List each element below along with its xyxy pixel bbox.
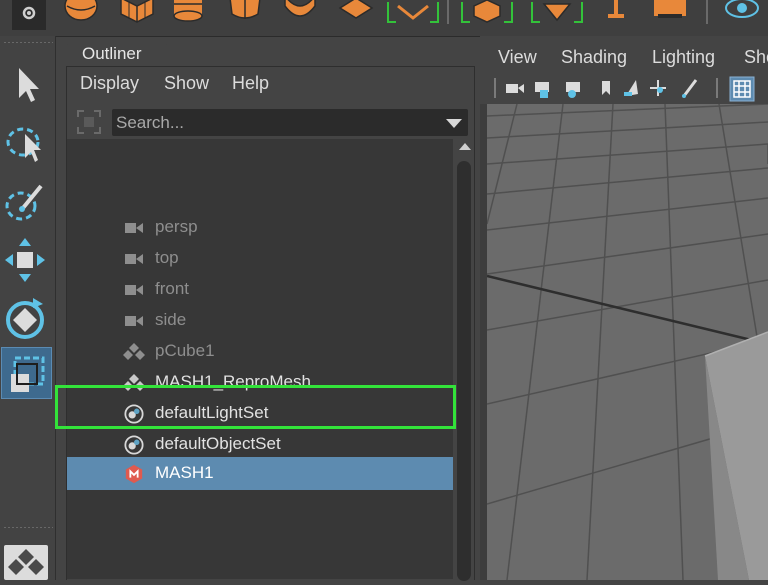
quad-layout-button[interactable] xyxy=(4,545,48,580)
viewport-panel: View Shading Lighting Sho xyxy=(480,36,768,580)
tree-item-persp[interactable]: persp xyxy=(67,212,453,243)
outliner-tree: persp top front side pCube1 MASH1_ReproM… xyxy=(67,139,453,579)
tree-item-label: top xyxy=(155,248,179,267)
outliner-scrollbar[interactable] xyxy=(454,139,474,581)
mesh-icon xyxy=(123,343,145,360)
tree-item-side[interactable]: side xyxy=(67,305,453,336)
grease-pencil-icon[interactable] xyxy=(682,79,698,98)
camera-icon xyxy=(125,223,143,233)
text-tool-icon[interactable] xyxy=(604,0,638,22)
poly-cone-icon[interactable] xyxy=(228,0,262,22)
rotate-tool[interactable] xyxy=(0,292,54,344)
rotate-icon xyxy=(6,298,44,339)
tree-item-label: pCube1 xyxy=(155,341,215,360)
viewport-grid xyxy=(487,104,768,580)
brush-icon xyxy=(5,184,43,221)
tab-outliner-label: Outliner xyxy=(82,44,142,63)
tree-item-mash1[interactable]: MASH1 xyxy=(67,457,453,490)
menu-show[interactable]: Sho xyxy=(744,47,768,68)
tree-item-label: persp xyxy=(155,217,198,236)
menu-view[interactable]: View xyxy=(498,47,537,68)
menu-lighting[interactable]: Lighting xyxy=(652,47,715,68)
tab-outliner[interactable]: Outliner xyxy=(67,42,167,66)
filter-icon[interactable] xyxy=(76,109,102,135)
select-tool[interactable] xyxy=(0,58,54,110)
outliner-panel: Display Show Help persp top front side xyxy=(66,66,475,581)
tree-item-defaultobjectset[interactable]: defaultObjectSet xyxy=(67,429,453,460)
tree-item-label: MASH1 xyxy=(155,463,214,482)
scroll-up-icon[interactable] xyxy=(459,143,471,150)
gear-icon xyxy=(22,6,36,20)
menu-display[interactable]: Display xyxy=(80,73,139,94)
bookmark-icon[interactable] xyxy=(602,81,610,95)
3d-viewport[interactable] xyxy=(487,104,768,580)
poly-sphere-icon[interactable] xyxy=(64,0,98,22)
render-icon[interactable] xyxy=(722,0,759,22)
menu-show[interactable]: Show xyxy=(164,73,209,94)
search-field xyxy=(112,109,468,136)
layout-icon xyxy=(8,549,44,575)
poly-platonic-icon[interactable] xyxy=(460,0,513,23)
extrude-icon[interactable] xyxy=(530,0,583,23)
move-icon xyxy=(5,238,45,282)
search-input[interactable] xyxy=(116,109,436,136)
camera-icon xyxy=(125,254,143,264)
shelf-separator xyxy=(706,0,708,24)
tree-item-label: defaultObjectSet xyxy=(155,434,281,453)
camera-attr-icon[interactable] xyxy=(566,82,580,98)
menu-help[interactable]: Help xyxy=(232,73,269,94)
viewport-toolbar xyxy=(480,76,768,104)
grid-icon[interactable] xyxy=(729,76,755,102)
scroll-track[interactable] xyxy=(457,161,471,581)
poly-cube-icon[interactable] xyxy=(119,0,154,23)
select-camera-icon[interactable] xyxy=(506,84,524,93)
image-plane-icon[interactable] xyxy=(624,80,638,96)
paint-select-tool[interactable] xyxy=(0,176,54,228)
poly-plane-icon[interactable] xyxy=(338,0,374,22)
camera-icon xyxy=(125,285,143,295)
2d-pan-icon[interactable] xyxy=(650,80,666,96)
move-tool[interactable] xyxy=(0,232,54,284)
shelf-bar xyxy=(0,0,768,37)
scale-icon xyxy=(11,356,45,392)
shelf-separator xyxy=(447,0,449,24)
svg-icon[interactable] xyxy=(652,0,686,22)
poly-cylinder-icon[interactable] xyxy=(172,0,206,22)
viewport-menu-bar: View Shading Lighting Sho xyxy=(480,36,768,76)
scale-tool[interactable] xyxy=(1,347,52,399)
camera-icon xyxy=(125,316,143,326)
camera-lock-icon[interactable] xyxy=(535,82,549,98)
shelf-settings-button[interactable] xyxy=(12,0,46,30)
bevel-icon[interactable] xyxy=(386,0,439,23)
lasso-icon xyxy=(6,127,41,162)
tree-item-pcube1[interactable]: pCube1 xyxy=(67,336,453,367)
arrow-icon xyxy=(19,68,39,102)
selection-highlight-box xyxy=(55,385,456,429)
mash-icon xyxy=(125,464,143,484)
toolbox-divider xyxy=(3,526,53,529)
poly-torus-icon[interactable] xyxy=(283,0,317,22)
menu-shading[interactable]: Shading xyxy=(561,47,627,68)
set-icon xyxy=(124,435,144,455)
toolbox xyxy=(0,36,56,580)
search-dropdown-icon[interactable] xyxy=(446,119,462,128)
tree-item-front[interactable]: front xyxy=(67,274,453,305)
tree-item-label: side xyxy=(155,310,187,329)
tree-item-label: front xyxy=(155,279,190,298)
lasso-tool[interactable] xyxy=(0,116,54,168)
toolbox-grip[interactable] xyxy=(3,41,53,44)
tree-item-top[interactable]: top xyxy=(67,243,453,274)
